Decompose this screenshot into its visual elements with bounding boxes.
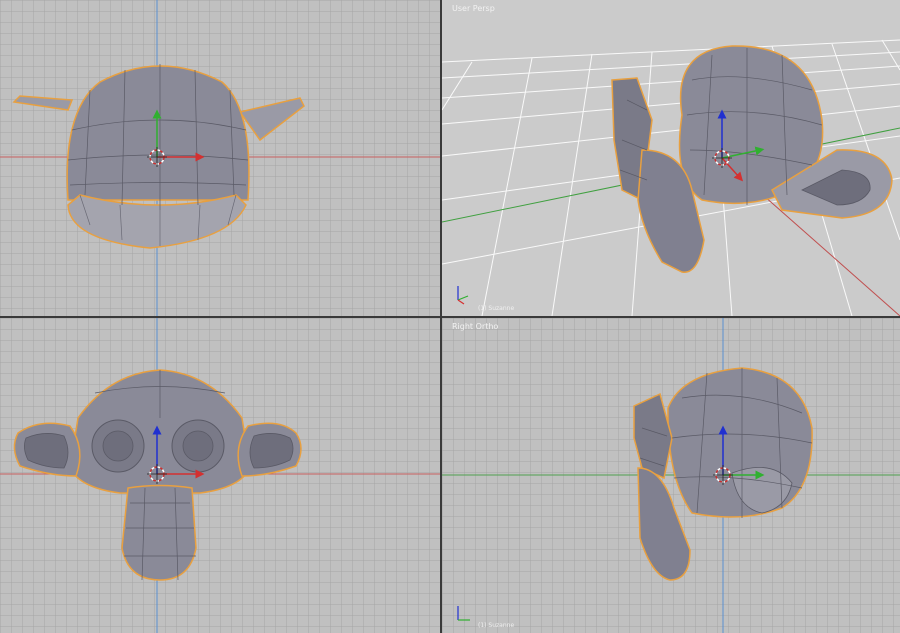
active-object-label: (1) Suzanne	[478, 622, 515, 629]
active-object-label: (1) Suzanne	[478, 305, 515, 312]
viewport-perspective[interactable]: User Persp (1) Suzanne	[442, 0, 900, 316]
viewport-right-canvas[interactable]	[442, 318, 900, 633]
viewport-title: Right Ortho	[452, 322, 499, 331]
viewport-perspective-canvas[interactable]	[442, 0, 900, 316]
viewport-front-canvas[interactable]	[0, 318, 440, 633]
viewport-top-canvas[interactable]	[0, 0, 440, 316]
viewport-title: User Persp	[452, 4, 495, 13]
viewport-front[interactable]	[0, 318, 440, 633]
viewport-right[interactable]: Right Ortho (1) Suzanne	[442, 318, 900, 633]
viewport-top[interactable]	[0, 0, 440, 316]
